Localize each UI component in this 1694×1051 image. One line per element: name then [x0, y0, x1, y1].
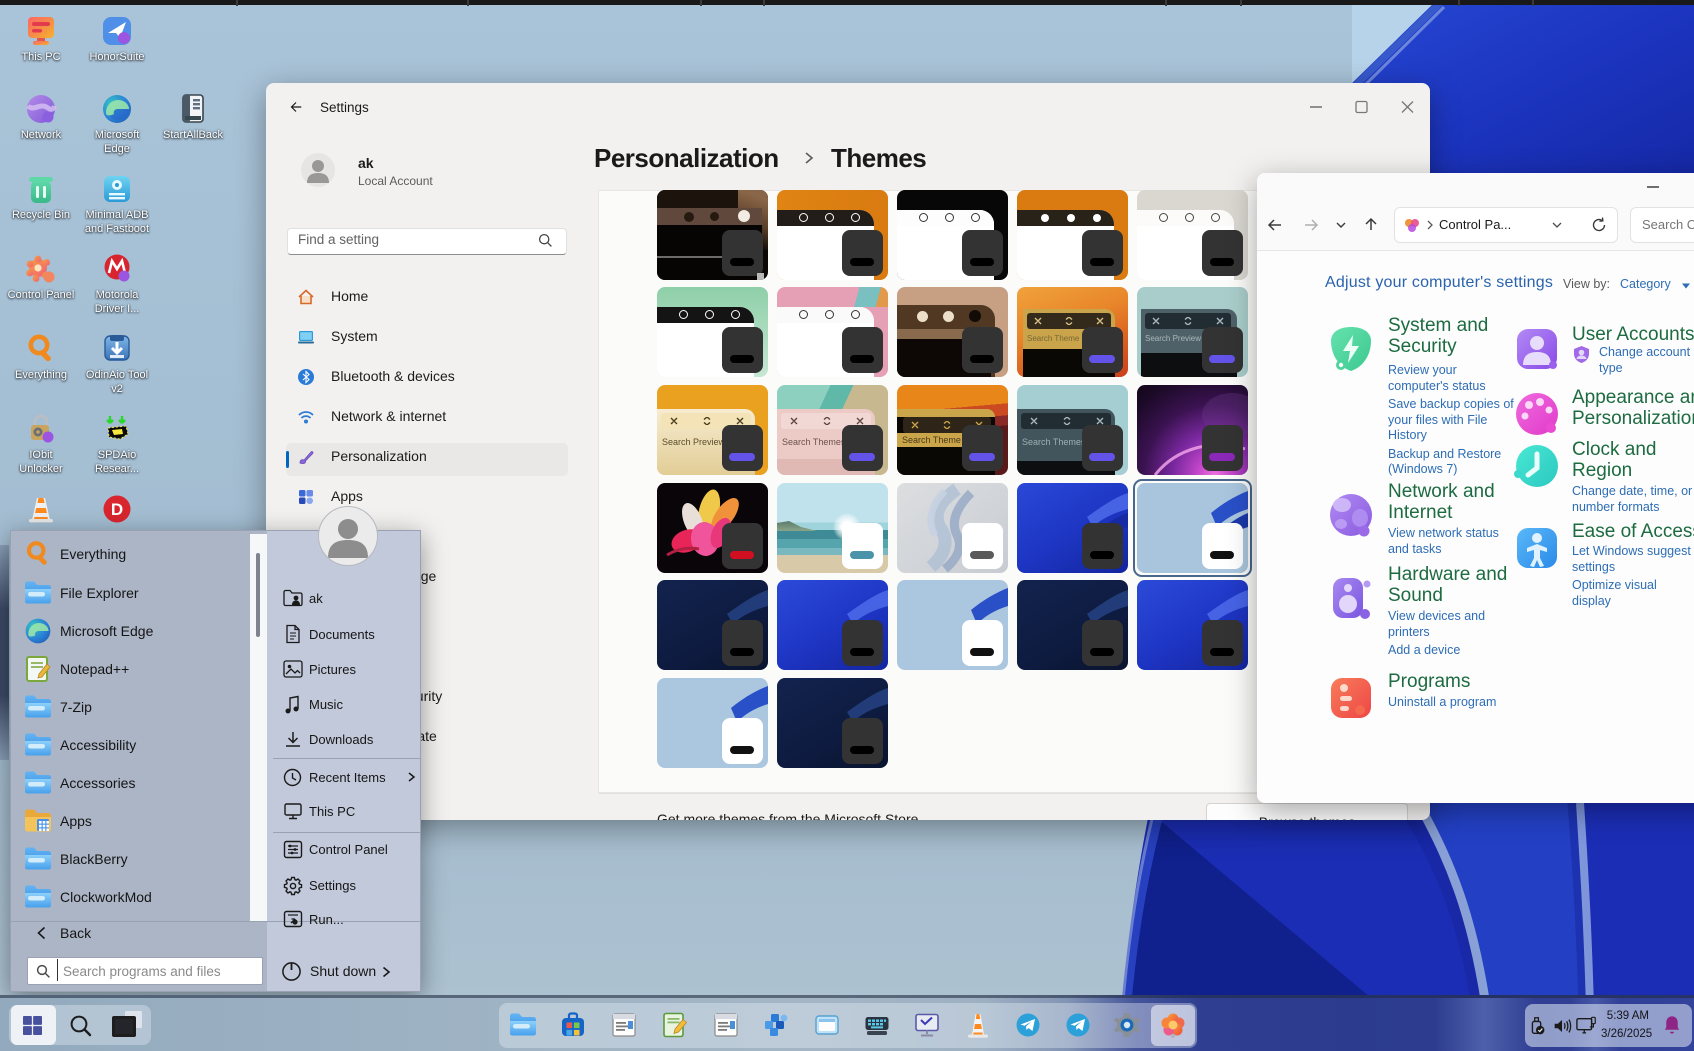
svg-text:D: D — [111, 500, 123, 519]
